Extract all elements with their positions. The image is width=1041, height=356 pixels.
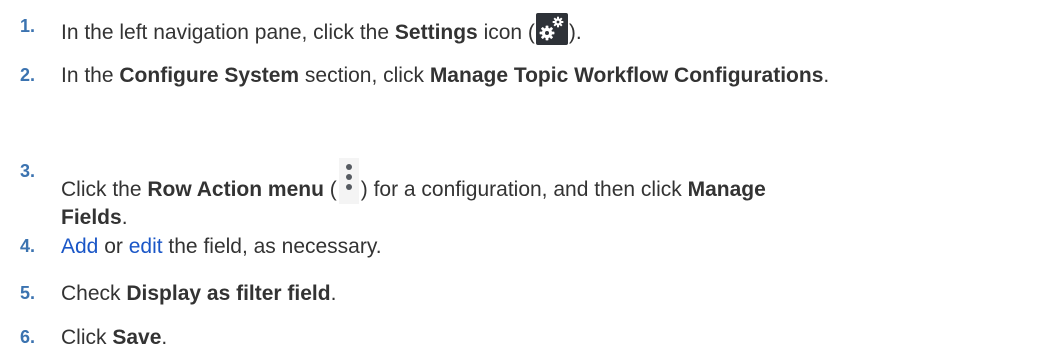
row-action-kebab-icon bbox=[338, 158, 359, 204]
step-text-part: . bbox=[823, 64, 830, 87]
save-label: Save bbox=[112, 326, 162, 349]
fields-label: Fields bbox=[61, 206, 122, 229]
step-text-part: . bbox=[330, 282, 337, 305]
step-number: 5. bbox=[20, 283, 36, 303]
step-text-part: section, click bbox=[299, 64, 430, 87]
step-text: Click the Row Action menu ( ) for a confi… bbox=[61, 158, 961, 231]
step-number: 6. bbox=[20, 327, 36, 347]
step-text-part: ). bbox=[568, 21, 582, 44]
step-text-part: In the left navigation pane, click the bbox=[61, 21, 395, 44]
add-field-link[interactable]: Add bbox=[61, 235, 98, 258]
step-text-part: . bbox=[161, 326, 168, 349]
edit-field-link[interactable]: edit bbox=[129, 235, 163, 258]
step-text-part: the field, as necessary. bbox=[162, 235, 382, 258]
step-text-part: Click bbox=[61, 326, 113, 349]
step-text: Add or edit the field, as necessary. bbox=[61, 233, 961, 260]
step-text-part: Click the bbox=[61, 178, 148, 201]
step-text-part: . bbox=[121, 206, 128, 229]
step-number: 1. bbox=[20, 16, 36, 36]
configure-system-label: Configure System bbox=[119, 64, 300, 87]
step-text-part: ) for a configuration, and then click bbox=[360, 178, 688, 201]
row-action-menu-label: Row Action menu bbox=[147, 178, 324, 201]
settings-label: Settings bbox=[394, 21, 478, 44]
step-text-part: Check bbox=[61, 282, 127, 305]
step-text: Check Display as filter field. bbox=[61, 280, 961, 307]
step-text-part: In the bbox=[61, 64, 120, 87]
display-as-filter-field-label: Display as filter field bbox=[126, 282, 331, 305]
manage-label: Manage bbox=[687, 178, 766, 201]
settings-gear-icon bbox=[535, 13, 568, 45]
step-text-part: ( bbox=[323, 178, 337, 201]
step-number: 4. bbox=[20, 236, 36, 256]
step-text: Click Save. bbox=[61, 324, 961, 351]
step-text: In the left navigation pane, click the S… bbox=[61, 13, 961, 46]
step-number: 2. bbox=[20, 65, 36, 85]
manage-topic-workflow-label: Manage Topic Workflow Configurations bbox=[429, 64, 824, 87]
step-text: In the Configure System section, click M… bbox=[61, 62, 961, 89]
step-text-part: icon ( bbox=[477, 21, 535, 44]
step-text-part: or bbox=[98, 235, 129, 258]
step-number: 3. bbox=[20, 161, 36, 181]
